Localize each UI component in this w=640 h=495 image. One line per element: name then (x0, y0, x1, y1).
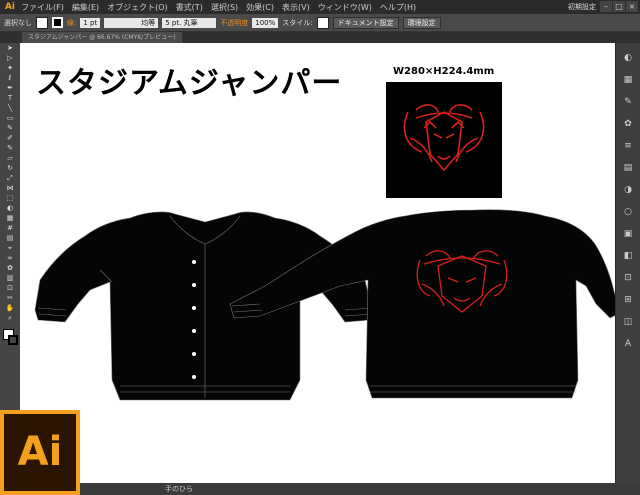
width-tool-icon[interactable]: ⋈ (3, 184, 17, 193)
brushes-panel-icon[interactable]: ✎ (621, 95, 635, 109)
panel-dock: ◐ ▦ ✎ ✿ ≡ ▤ ◑ ○ ▣ ◧ ⊡ ⊞ ◫ A (615, 43, 640, 483)
free-transform-tool-icon[interactable]: ⬚ (3, 194, 17, 203)
menu-view[interactable]: 表示(V) (282, 2, 310, 13)
menu-file[interactable]: ファイル(F) (21, 2, 64, 13)
hand-tool-icon[interactable]: ✋ (3, 304, 17, 313)
menu-select[interactable]: 選択(S) (211, 2, 238, 13)
stroke-swatch[interactable] (52, 17, 63, 28)
menu-object[interactable]: オブジェクト(O) (107, 2, 168, 13)
control-bar: 選択なし 線: 1 pt 均等 5 pt. 丸筆 不透明度 100% スタイル:… (0, 14, 640, 32)
line-tool-icon[interactable]: ╲ (3, 104, 17, 113)
rectangle-tool-icon[interactable]: ▭ (3, 114, 17, 123)
preferences-button[interactable]: 環境設定 (402, 16, 441, 29)
transparency-panel-icon[interactable]: ◑ (621, 183, 635, 197)
direct-selection-tool-icon[interactable]: ▷ (3, 54, 17, 63)
shape-builder-tool-icon[interactable]: ◐ (3, 204, 17, 213)
brush-select[interactable]: 5 pt. 丸筆 (162, 17, 217, 28)
app-logo-icon: Ai (2, 1, 18, 13)
menu-effect[interactable]: 効果(C) (246, 2, 274, 13)
graph-tool-icon[interactable]: ▥ (3, 274, 17, 283)
menu-window[interactable]: ウィンドウ(W) (318, 2, 372, 13)
variable-width-select[interactable]: 均等 (104, 17, 159, 28)
perspective-grid-tool-icon[interactable]: ▦ (3, 214, 17, 223)
symbols-panel-icon[interactable]: ✿ (621, 117, 635, 131)
menu-bar: Ai ファイル(F) 編集(E) オブジェクト(O) 書式(T) 選択(S) 効… (0, 0, 640, 14)
align-panel-icon[interactable]: ⊞ (621, 293, 635, 307)
document-setup-button[interactable]: ドキュメント設定 (332, 16, 399, 29)
mesh-tool-icon[interactable]: # (3, 224, 17, 233)
pathfinder-panel-icon[interactable]: ◫ (621, 315, 635, 329)
scale-tool-icon[interactable]: ⤢ (3, 174, 17, 183)
close-icon[interactable]: × (626, 1, 638, 12)
emblem-preview (386, 82, 502, 198)
appearance-panel-icon[interactable]: ○ (621, 205, 635, 219)
stroke-weight-field[interactable]: 1 pt (80, 17, 101, 28)
layers-panel-icon[interactable]: ◧ (621, 249, 635, 263)
menu-type[interactable]: 書式(T) (176, 2, 203, 13)
pencil-tool-icon[interactable]: ✐ (3, 134, 17, 143)
menu-help[interactable]: ヘルプ(H) (380, 2, 416, 13)
eyedropper-tool-icon[interactable]: ⌖ (3, 244, 17, 253)
artwork-dimensions: W280×H224.4mm (393, 66, 495, 77)
fill-stroke-swatches[interactable] (0, 327, 20, 349)
opacity-label[interactable]: 不透明度 (220, 18, 248, 28)
slice-tool-icon[interactable]: ✂ (3, 294, 17, 303)
rotate-tool-icon[interactable]: ↻ (3, 164, 17, 173)
selection-status: 選択なし (4, 18, 32, 27)
gradient-panel-icon[interactable]: ▤ (621, 161, 635, 175)
paintbrush-tool-icon[interactable]: ✎ (3, 124, 17, 133)
stroke-label[interactable]: 線: (67, 18, 76, 28)
stroke-panel-icon[interactable]: ≡ (621, 139, 635, 153)
front-jacket (34, 211, 373, 401)
blend-tool-icon[interactable]: ∞ (3, 254, 17, 263)
type-tool-icon[interactable]: T (3, 94, 17, 103)
color-panel-icon[interactable]: ◐ (621, 51, 635, 65)
artwork-title: スタジアムジャンパー (36, 66, 343, 101)
workspace-switcher[interactable]: 初期設定 (568, 2, 596, 12)
character-panel-icon[interactable]: A (621, 337, 635, 351)
artboards-panel-icon[interactable]: ⊡ (621, 271, 635, 285)
status-bar: 手のひら (20, 483, 640, 495)
symbol-sprayer-tool-icon[interactable]: ✿ (3, 264, 17, 273)
magic-wand-tool-icon[interactable]: ✦ (3, 64, 17, 73)
opacity-field[interactable]: 100% (252, 17, 279, 28)
zoom-tool-icon[interactable]: ⌕ (3, 314, 17, 323)
fill-swatch[interactable] (36, 16, 48, 29)
graphic-styles-panel-icon[interactable]: ▣ (621, 227, 635, 241)
maximize-icon[interactable]: □ (613, 1, 625, 12)
current-tool-status: 手のひら (165, 485, 193, 493)
menu-edit[interactable]: 編集(E) (72, 2, 99, 13)
blob-brush-tool-icon[interactable]: ✎ (3, 144, 17, 153)
gradient-tool-icon[interactable]: ▤ (3, 234, 17, 243)
jackets-artwork (34, 209, 619, 401)
document-tab[interactable]: スタジアムジャンパー @ 66.67% (CMYK/プレビュー) (22, 32, 182, 43)
artboard-tool-icon[interactable]: ⊡ (3, 284, 17, 293)
pen-tool-icon[interactable]: ✒ (3, 84, 17, 93)
style-swatch[interactable] (316, 16, 329, 29)
lasso-tool-icon[interactable]: ℓ (3, 74, 17, 83)
swatches-panel-icon[interactable]: ▦ (621, 73, 635, 87)
illustrator-logo: Ai (0, 410, 80, 495)
style-label: スタイル: (282, 18, 313, 27)
minimize-icon[interactable]: – (600, 1, 612, 12)
tab-bar: スタジアムジャンパー @ 66.67% (CMYK/プレビュー) (0, 32, 640, 43)
eraser-tool-icon[interactable]: ▱ (3, 154, 17, 163)
illustrator-logo-text: Ai (4, 414, 76, 491)
selection-tool-icon[interactable]: ➤ (3, 44, 17, 53)
